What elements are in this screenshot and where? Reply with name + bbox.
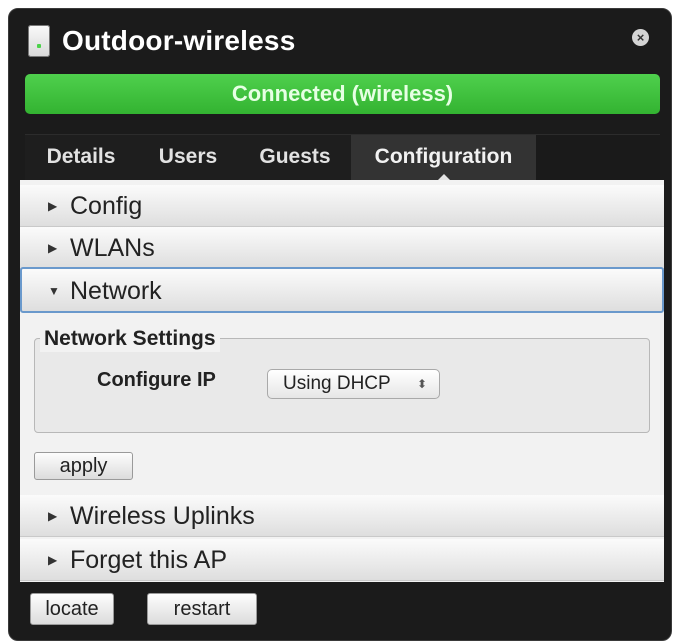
section-forget-ap[interactable]: ▶ Forget this AP <box>20 539 664 581</box>
restart-button[interactable]: restart <box>147 593 257 625</box>
expand-arrow-icon: ▶ <box>48 199 58 213</box>
expand-arrow-icon: ▶ <box>48 553 58 567</box>
configure-ip-label: Configure IP <box>97 369 216 391</box>
network-settings-legend: Network Settings <box>40 326 220 352</box>
section-network[interactable]: ▼ Network <box>20 267 664 313</box>
expand-arrow-icon: ▶ <box>48 241 58 255</box>
tab-bar: Details Users Guests Configuration <box>25 134 660 181</box>
configure-ip-select[interactable]: Using DHCP ⬍ <box>267 369 440 399</box>
window-title: Outdoor-wireless <box>62 25 296 56</box>
connection-status-banner: Connected (wireless) <box>25 74 660 114</box>
configure-ip-value: Using DHCP <box>283 373 391 394</box>
locate-button[interactable]: locate <box>30 593 114 625</box>
status-led <box>37 44 41 48</box>
section-config-label: Config <box>70 192 143 220</box>
section-wlans-label: WLANs <box>70 234 155 262</box>
section-wireless-uplinks[interactable]: ▶ Wireless Uplinks <box>20 495 664 537</box>
section-network-label: Network <box>70 277 162 305</box>
tab-details[interactable]: Details <box>25 135 137 181</box>
apply-button[interactable]: apply <box>34 452 133 480</box>
tab-guests[interactable]: Guests <box>239 135 351 181</box>
section-config[interactable]: ▶ Config <box>20 185 664 227</box>
tab-configuration[interactable]: Configuration <box>351 135 536 181</box>
expand-arrow-icon: ▶ <box>48 509 58 523</box>
configuration-panel: ▶ Config ▶ WLANs ▼ Network Network Setti… <box>20 180 664 582</box>
tab-users[interactable]: Users <box>137 135 239 181</box>
section-wireless-uplinks-label: Wireless Uplinks <box>70 502 255 530</box>
collapse-arrow-icon: ▼ <box>48 284 60 298</box>
close-icon[interactable]: × <box>632 29 649 46</box>
section-forget-ap-label: Forget this AP <box>70 546 228 574</box>
section-wlans[interactable]: ▶ WLANs <box>20 227 664 269</box>
select-caret-icon: ⬍ <box>417 377 428 391</box>
access-point-icon <box>28 25 50 57</box>
